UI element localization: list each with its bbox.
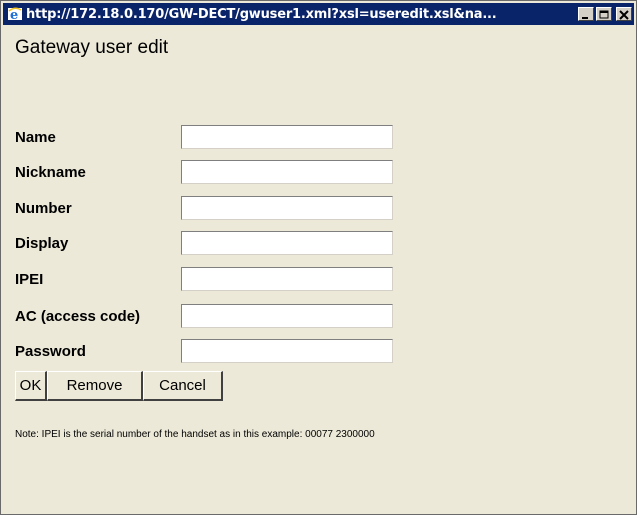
password-label: Password [15,342,86,360]
page-title: Gateway user edit [15,37,169,58]
ipei-label: IPEI [15,270,44,288]
name-label: Name [15,128,56,146]
name-input[interactable] [181,125,393,149]
form-row-name: Name [15,124,393,150]
minimize-button[interactable] [578,7,594,21]
window-titlebar[interactable]: e http://172.18.0.170/GW-DECT/gwuser1.xm… [3,3,634,25]
access-code-label: AC (access code) [15,307,141,325]
password-input[interactable] [181,339,393,363]
ipei-input[interactable] [181,267,393,291]
window-title: http://172.18.0.170/GW-DECT/gwuser1.xml?… [26,6,497,22]
display-label: Display [15,234,69,252]
maximize-button[interactable] [596,7,612,21]
ok-button[interactable]: OK [15,371,47,401]
remove-button[interactable]: Remove [47,371,143,401]
cancel-button[interactable]: Cancel [143,371,223,401]
nickname-input[interactable] [181,160,393,184]
form-row-access-code: AC (access code) [15,303,393,329]
internet-explorer-icon: e [7,6,23,23]
form-row-nickname: Nickname [15,159,393,185]
form-row-password: Password [15,338,393,364]
form-row-number: Number [15,195,393,221]
access-code-input[interactable] [181,304,393,328]
number-input[interactable] [181,196,393,220]
form-row-ipei: IPEI [15,266,393,292]
form-row-display: Display [15,230,393,256]
number-label: Number [15,199,72,217]
display-input[interactable] [181,231,393,255]
form-button-row: OK Remove Cancel [15,371,223,401]
maximize-icon [599,10,609,19]
nickname-label: Nickname [15,163,86,181]
minimize-icon [582,17,588,19]
ipei-note: Note: IPEI is the serial number of the h… [15,429,375,440]
close-button[interactable] [616,7,632,21]
browser-popup-window: e http://172.18.0.170/GW-DECT/gwuser1.xm… [0,0,637,515]
close-icon [619,10,629,20]
